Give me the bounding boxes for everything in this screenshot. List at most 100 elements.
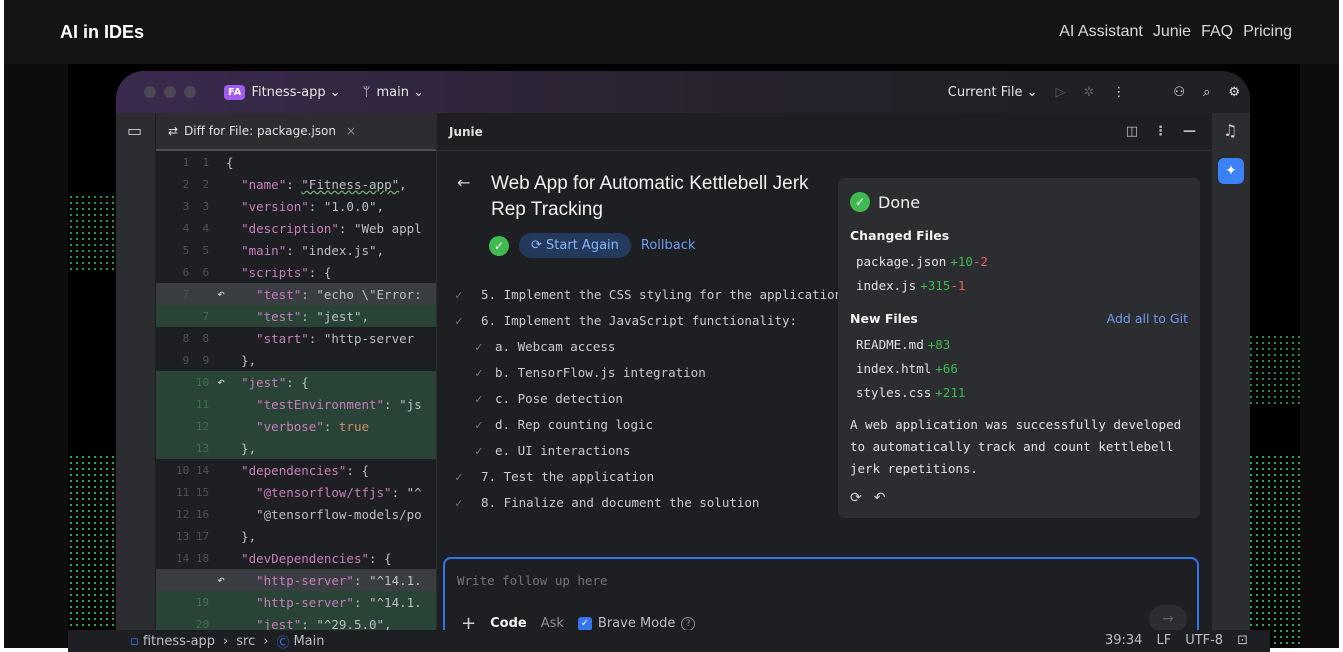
folder-icon[interactable]: ▭ (127, 121, 142, 140)
additions-count: +10 (950, 253, 973, 269)
additions-count: +315 (920, 277, 951, 293)
plan-step: ✓ a. Webcam access (455, 333, 842, 359)
hero-stage: FA Fitness-app ⌄ ᛘ main ⌄ Current File ⌄… (68, 64, 1300, 648)
plan-step: ✓ b. TensorFlow.js integration (455, 359, 842, 385)
line-numbers: 7 ↶ (156, 287, 226, 302)
junie-header: Junie ◫ ⋮ — (437, 113, 1212, 151)
minimize-panel-icon[interactable]: — (1183, 124, 1196, 139)
revert-icon[interactable]: ↶ (217, 287, 225, 302)
add-user-icon[interactable]: ⚇ (1173, 85, 1185, 100)
split-icon[interactable]: ◫ (1126, 124, 1138, 139)
line-number-left: 4 (176, 221, 190, 235)
line-number-left (176, 618, 189, 631)
breadcrumb-main[interactable]: Main (293, 634, 324, 649)
summary-description: A web application was successfully devel… (850, 417, 1182, 476)
mode-code-tab[interactable]: Code (490, 616, 527, 631)
nav-faq[interactable]: FAQ (1201, 23, 1233, 41)
nav-pricing[interactable]: Pricing (1243, 23, 1292, 41)
breadcrumb-project[interactable]: fitness-app (143, 634, 215, 649)
editor-tab-label: Diff for File: package.json (184, 124, 336, 138)
line-ending[interactable]: LF (1156, 633, 1171, 648)
line-numbers: 5 5 (156, 244, 226, 257)
code-text: "test": "echo \"Error: (226, 286, 422, 302)
refresh-icon: ⟳ (531, 238, 547, 253)
line-number-right: 19 (189, 595, 210, 609)
send-button[interactable]: → (1149, 605, 1187, 633)
file-entry[interactable]: index.html +66 (850, 356, 1188, 380)
brave-mode-toggle[interactable]: ✓ Brave Mode ? (577, 616, 696, 631)
more-icon[interactable]: ⋮ (1112, 85, 1125, 100)
line-number-right: 12 (189, 419, 210, 433)
code-line: 6 6 "scripts": { (156, 261, 436, 283)
regenerate-icon[interactable]: ⟳ (850, 490, 862, 506)
file-encoding[interactable]: UTF-8 (1185, 633, 1223, 648)
code-text: "http-server": "^14.1. (226, 572, 422, 588)
class-icon: Ⓒ (276, 635, 290, 651)
debug-icon[interactable]: ✲ (1084, 85, 1095, 100)
step-text: 6. Implement the JavaScript functionalit… (481, 312, 798, 328)
line-numbers: 12 16 (156, 508, 226, 521)
line-number-right: 9 (189, 353, 210, 367)
close-tab-icon[interactable]: × (346, 124, 356, 138)
code-text: "testEnvironment": "js (256, 396, 422, 412)
line-number-right: 20 (189, 617, 210, 631)
close-window-button[interactable] (144, 86, 156, 98)
maximize-window-button[interactable] (184, 86, 196, 98)
junie-icon[interactable]: ✦ (1218, 158, 1244, 184)
code-text: "@tensorflow-models/po (226, 506, 422, 522)
branch-selector[interactable]: ᛘ main ⌄ (363, 85, 424, 100)
start-again-button[interactable]: ⟳ Start Again (519, 233, 631, 258)
nav-ai-assistant[interactable]: AI Assistant (1059, 23, 1143, 41)
code-text: "start": "http-server (256, 330, 415, 346)
line-numbers: 10 ↶ (156, 375, 226, 390)
task-actions: ✓ ⟳ Start Again Rollback (489, 233, 695, 258)
right-toolbar: ♫ ✦ (1212, 113, 1250, 648)
rollback-link[interactable]: Rollback (641, 238, 696, 253)
code-line: 9 9 }, (156, 349, 436, 371)
code-line: 3 3 "version": "1.0.0", (156, 195, 436, 217)
plan-step: ✓ c. Pose detection (455, 385, 842, 411)
bell-icon[interactable]: ♫ (1223, 121, 1237, 140)
line-numbers: 7 (156, 310, 226, 323)
back-arrow-icon[interactable]: ← (457, 173, 470, 192)
file-name: README.md (856, 336, 924, 352)
gear-icon[interactable]: ⚙ (1228, 85, 1240, 100)
site-title[interactable]: AI in IDEs (60, 22, 144, 43)
code-text: "version": "1.0.0", (241, 198, 385, 214)
editor-tab[interactable]: ⇄ Diff for File: package.json × (156, 113, 436, 151)
revert-icon[interactable]: ↶ (217, 573, 225, 588)
mode-ask-tab[interactable]: Ask (541, 616, 564, 631)
file-entry[interactable]: package.json +10 -2 (850, 249, 1188, 273)
code-editor[interactable]: 1 1{ 2 2 "name": "Fitness-app", 3 3 "ver… (156, 151, 436, 648)
run-config-selector[interactable]: Current File ⌄ (948, 85, 1038, 100)
add-all-to-git-link[interactable]: Add all to Git (1107, 311, 1188, 326)
search-icon[interactable]: ⌕ (1203, 85, 1210, 100)
breadcrumb-src[interactable]: src (236, 634, 255, 649)
line-numbers: 9 9 (156, 354, 226, 367)
help-icon[interactable]: ? (681, 616, 696, 631)
undo-icon[interactable]: ↶ (874, 490, 886, 506)
run-icon[interactable]: ▷ (1056, 85, 1066, 100)
code-line: 13 }, (156, 437, 436, 459)
file-entry[interactable]: index.js +315 -1 (850, 273, 1188, 297)
line-numbers: 11 (156, 398, 226, 411)
panel-more-icon[interactable]: ⋮ (1154, 124, 1167, 139)
brave-mode-checkbox[interactable]: ✓ (577, 616, 592, 631)
code-text: "@tensorflow/tfjs": "^ (256, 484, 422, 500)
project-selector[interactable]: FA Fitness-app ⌄ (224, 84, 341, 100)
module-icon: ▫ (130, 633, 139, 649)
code-text: }, (226, 440, 257, 456)
changed-files-list: package.json +10 -2 index.js +315 -1 (850, 249, 1188, 297)
titlebar-actions: Current File ⌄ ▷ ✲ ⋮ ⚇ ⌕ ⚙ (948, 71, 1240, 113)
ide-window: FA Fitness-app ⌄ ᛘ main ⌄ Current File ⌄… (116, 71, 1250, 648)
minimize-window-button[interactable] (164, 86, 176, 98)
lock-icon[interactable]: ⊡ (1237, 633, 1248, 648)
cursor-position[interactable]: 39:34 (1105, 633, 1142, 648)
file-entry[interactable]: styles.css +211 (850, 380, 1188, 404)
code-text: "devDependencies": { (241, 550, 392, 566)
revert-icon[interactable]: ↶ (217, 375, 225, 390)
file-entry[interactable]: README.md +83 (850, 332, 1188, 356)
followup-input[interactable] (457, 573, 1057, 588)
status-right: 39:34 LF UTF-8 ⊡ (1105, 633, 1248, 648)
nav-junie[interactable]: Junie (1153, 23, 1191, 41)
